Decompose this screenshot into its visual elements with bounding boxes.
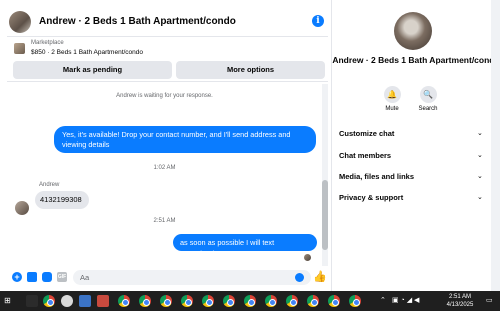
chat-title[interactable]: Andrew · 2 Beds 1 Bath Apartment/condo [39, 16, 236, 27]
sticker-icon[interactable] [42, 272, 52, 282]
chat-header: Andrew · 2 Beds 1 Bath Apartment/condo i [7, 7, 328, 37]
gif-icon[interactable]: GIF [57, 272, 67, 282]
conversation-details-panel: Andrew · 2 Beds 1 Bath Apartment/condo 🔔… [332, 0, 500, 291]
search-button[interactable]: 🔍 Search [408, 86, 448, 112]
sender-name: Andrew [39, 182, 60, 188]
chrome-icon[interactable] [223, 295, 235, 307]
chrome-icon[interactable] [118, 295, 130, 307]
chrome-icon[interactable] [202, 295, 214, 307]
bell-icon: 🔔 [383, 86, 401, 103]
chrome-icon[interactable] [181, 295, 193, 307]
sender-avatar[interactable] [15, 201, 29, 215]
app-icon[interactable] [97, 295, 109, 307]
tray-icons[interactable]: ▣ ◔ ◢ ◀ [392, 295, 419, 307]
search-label: Search [418, 106, 438, 112]
chevron-down-icon[interactable]: ⌄ [477, 193, 483, 201]
section-customize-chat[interactable]: Customize chat [339, 129, 459, 138]
avatar[interactable] [9, 10, 31, 33]
marketplace-label: Marketplace [31, 40, 64, 46]
waiting-notice: Andrew is waiting for your response. [116, 93, 213, 99]
chrome-icon[interactable] [265, 295, 277, 307]
chrome-icon[interactable] [160, 295, 172, 307]
chrome-icon[interactable] [307, 295, 319, 307]
emoji-icon[interactable] [295, 273, 304, 282]
outgoing-message[interactable]: as soon as possible I will text you..Tha… [173, 234, 317, 258]
panel-scrollbar[interactable] [491, 0, 500, 291]
photo-icon[interactable] [27, 272, 37, 282]
message-input[interactable] [73, 270, 311, 285]
chrome-icon[interactable] [349, 295, 361, 307]
composer: + GIF 👍 [7, 266, 328, 288]
chrome-icon[interactable] [43, 295, 55, 307]
chrome-icon[interactable] [244, 295, 256, 307]
mute-label: Mute [385, 106, 399, 112]
outgoing-message[interactable]: Yes, it's available! Drop your contact n… [54, 126, 316, 153]
plus-icon[interactable]: + [12, 272, 22, 282]
chevron-up-icon[interactable]: ⌃ [380, 295, 386, 307]
chevron-down-icon[interactable]: ⌄ [477, 129, 483, 137]
messenger-window: Andrew · 2 Beds 1 Bath Apartment/condo i… [0, 0, 500, 291]
chrome-icon[interactable] [139, 295, 151, 307]
section-media-files-links[interactable]: Media, files and links [339, 172, 459, 181]
scroll-up-arrow[interactable] [492, 2, 498, 8]
search-icon[interactable] [26, 295, 38, 307]
system-clock[interactable]: 2:51 AM 4/13/2025 [440, 293, 480, 309]
timestamp: 2:51 AM [153, 218, 176, 224]
notification-icon[interactable]: ▭ [486, 295, 493, 307]
app-icon[interactable] [79, 295, 91, 307]
mark-as-pending-button[interactable]: Mark as pending [13, 61, 172, 79]
info-icon[interactable]: i [312, 15, 324, 27]
listing-thumbnail[interactable] [14, 43, 25, 54]
section-privacy-support[interactable]: Privacy & support [339, 193, 459, 202]
mute-button[interactable]: 🔔 Mute [372, 86, 412, 112]
taskbar: ⊞ ⌃ ▣ ◔ ◢ ◀ 2:51 AM 4/13/2025 ▭ [0, 291, 500, 311]
chrome-icon[interactable] [328, 295, 340, 307]
scroll-thumb[interactable] [322, 180, 328, 250]
message-thread: Andrew is waiting for your response. Yes… [7, 84, 328, 266]
more-options-button[interactable]: More options [176, 61, 325, 79]
start-icon[interactable]: ⊞ [4, 296, 13, 305]
listing-title[interactable]: $850 · 2 Beds 1 Bath Apartment/condo [31, 49, 143, 56]
like-icon[interactable]: 👍 [313, 270, 327, 283]
chevron-down-icon[interactable]: ⌄ [477, 151, 483, 159]
section-chat-members[interactable]: Chat members [339, 151, 459, 160]
clock-date: 4/13/2025 [446, 302, 474, 308]
panel-title: Andrew · 2 Beds 1 Bath Apartment/condo [332, 55, 500, 65]
scrollbar[interactable] [322, 84, 328, 266]
clock-time: 2:51 AM [448, 294, 471, 300]
incoming-message[interactable]: 4132199308 [35, 191, 89, 209]
search-icon: 🔍 [419, 86, 437, 103]
app-icon[interactable] [61, 295, 73, 307]
chrome-icon[interactable] [286, 295, 298, 307]
seen-avatar [304, 254, 311, 261]
avatar[interactable] [394, 12, 432, 50]
marketplace-banner: Marketplace $850 · 2 Beds 1 Bath Apartme… [7, 38, 328, 82]
chevron-down-icon[interactable]: ⌄ [477, 172, 483, 180]
timestamp: 1:02 AM [153, 165, 176, 171]
